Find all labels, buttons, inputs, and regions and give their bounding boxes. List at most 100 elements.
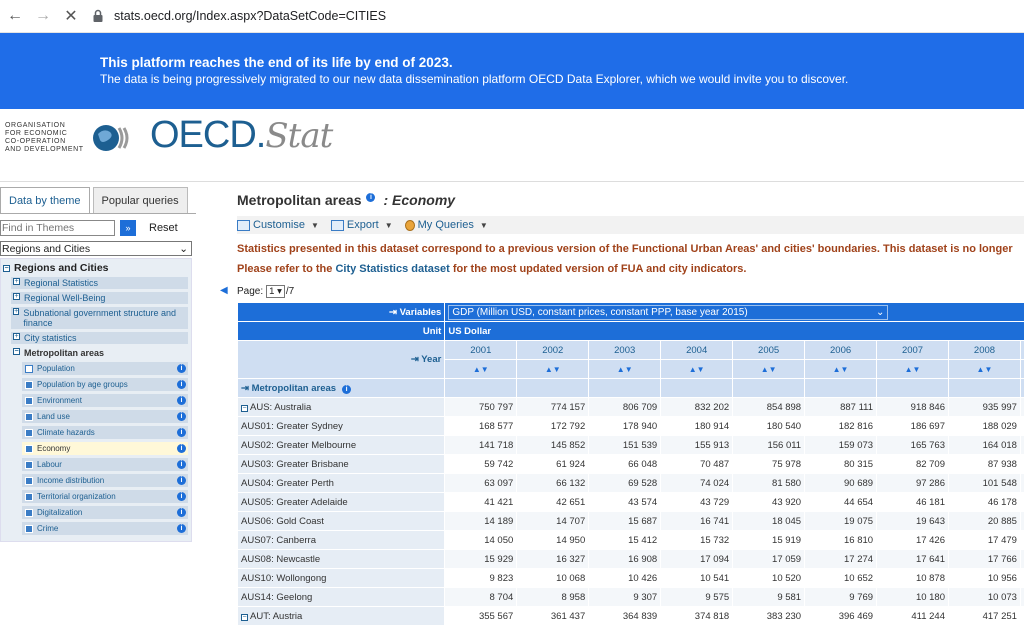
back-icon[interactable]: ← (2, 3, 28, 29)
sort-arrows-icon[interactable]: ▲▼ (876, 359, 949, 379)
info-icon[interactable]: i (177, 476, 186, 485)
tree-root[interactable]: − Regions and Cities (1, 260, 191, 274)
subitem-land-use[interactable]: Land use i (22, 410, 188, 423)
collapse-icon[interactable]: − (241, 404, 248, 412)
info-icon[interactable]: i (177, 380, 186, 389)
tree-node-regional-statistics[interactable]: + Regional Statistics (11, 277, 188, 289)
reset-link[interactable]: Reset (149, 222, 178, 234)
table-cell: 19 075 (804, 511, 878, 531)
info-icon[interactable]: i (342, 384, 352, 394)
export-menu[interactable]: Export ▼ (330, 219, 393, 231)
info-icon[interactable]: i (177, 428, 186, 437)
subitem-climate-hazards[interactable]: Climate hazards i (22, 426, 188, 439)
forward-icon[interactable]: → (30, 3, 56, 29)
year-header[interactable]: 2003 (588, 340, 662, 360)
row-label[interactable]: AUS08: Newcastle (237, 549, 446, 569)
info-icon[interactable]: i (177, 412, 186, 421)
year-label[interactable]: ⇥ Year (237, 340, 446, 379)
row-label[interactable]: − AUS: Australia (237, 397, 446, 417)
customise-menu[interactable]: Customise ▼ (237, 219, 319, 231)
tree-node-metropolitan-areas[interactable]: − Metropolitan areas (11, 347, 188, 359)
year-header[interactable]: 2004 (660, 340, 734, 360)
sort-arrows-icon[interactable]: ▲▼ (660, 359, 734, 379)
info-icon[interactable]: i (177, 396, 186, 405)
sort-arrows-icon[interactable]: ▲▼ (1019, 359, 1024, 379)
dataset-icon (25, 524, 33, 533)
tab-popular-queries[interactable]: Popular queries (92, 187, 188, 213)
find-go-button[interactable]: » (120, 220, 136, 236)
expand-icon[interactable]: + (13, 278, 20, 285)
row-label[interactable]: AUS04: Greater Perth (237, 473, 446, 493)
year-header[interactable]: 2008 (948, 340, 1021, 360)
table-cell: 44 654 (804, 492, 878, 512)
row-label[interactable]: AUS14: Geelong (237, 587, 446, 607)
expand-icon[interactable]: + (13, 308, 20, 315)
table-cell: 20 885 (948, 511, 1021, 531)
sort-arrows-icon[interactable]: ▲▼ (948, 359, 1021, 379)
row-label[interactable]: AUS03: Greater Brisbane (237, 454, 446, 474)
year-header[interactable]: 2005 (732, 340, 806, 360)
row-label[interactable]: AUS07: Canberra (237, 530, 446, 550)
year-header[interactable]: 2001 (444, 340, 518, 360)
subitem-income-distribution[interactable]: Income distribution i (22, 474, 188, 487)
info-icon[interactable]: i (177, 524, 186, 533)
info-icon[interactable]: i (177, 508, 186, 517)
table-row: AUS03: Greater Brisbane 59 742 61 924 66 04… (237, 454, 1024, 474)
variables-label[interactable]: ⇥ Variables (237, 302, 446, 322)
variable-select[interactable]: GDP (Million USD, constant prices, const… (448, 304, 889, 320)
collapse-icon[interactable]: − (13, 348, 20, 355)
sort-arrows-icon[interactable]: ▲▼ (516, 359, 590, 379)
expand-icon[interactable]: + (13, 293, 20, 300)
table-row: − AUS: Australia 750 797 774 157 806 709 832 … (237, 397, 1024, 417)
row-label[interactable]: AUS01: Greater Sydney (237, 416, 446, 436)
tree-node-subnational-government[interactable]: + Subnational government structure and fi… (11, 307, 188, 329)
tab-data-by-theme[interactable]: Data by theme (0, 187, 90, 213)
subitem-digitalization[interactable]: Digitalization i (22, 506, 188, 519)
year-header[interactable]: 2006 (804, 340, 878, 360)
tree-node-city-statistics[interactable]: + City statistics (11, 332, 188, 344)
info-icon[interactable]: i (177, 460, 186, 469)
row-label[interactable]: AUS05: Greater Adelaide (237, 492, 446, 512)
collapse-panel-icon[interactable]: ◀ (220, 285, 228, 296)
oecd-logo-icon[interactable] (92, 122, 134, 154)
row-label[interactable]: AUS02: Greater Melbourne (237, 435, 446, 455)
subitem-territorial-organization[interactable]: Territorial organization i (22, 490, 188, 503)
table-cell: 87 938 (948, 454, 1021, 474)
my-queries-menu[interactable]: My Queries ▼ (404, 219, 488, 231)
sort-arrows-icon[interactable]: ▲▼ (588, 359, 662, 379)
year-header[interactable]: 2009 (1019, 340, 1024, 360)
sort-arrows-icon[interactable]: ▲▼ (804, 359, 878, 379)
year-header[interactable]: 2007 (876, 340, 949, 360)
row-label[interactable]: − AUT: Austria (237, 606, 446, 626)
tree-node-regional-well-being[interactable]: + Regional Well-Being (11, 292, 188, 304)
org-line: CO-OPERATION (5, 138, 66, 145)
brand-logo[interactable]: OECD.Stat (150, 114, 333, 157)
row-label[interactable]: AUS10: Wollongong (237, 568, 446, 588)
subitem-population-age[interactable]: Population by age groups i (22, 378, 188, 391)
theme-select[interactable]: Regions and Cities ⌄ (0, 241, 192, 256)
address-bar[interactable]: stats.oecd.org/Index.aspx?DataSetCode=CI… (92, 9, 386, 23)
table-cell: 66 048 (588, 454, 662, 474)
info-icon[interactable]: i (366, 192, 376, 202)
subitem-crime[interactable]: Crime i (22, 522, 188, 535)
subitem-environment[interactable]: Environment i (22, 394, 188, 407)
info-icon[interactable]: i (177, 492, 186, 501)
row-label[interactable]: AUS06: Gold Coast (237, 511, 446, 531)
sort-arrows-icon[interactable]: ▲▼ (444, 359, 518, 379)
subitem-population[interactable]: Population i (22, 362, 188, 375)
collapse-icon[interactable]: − (241, 613, 248, 621)
table-cell: 854 898 (732, 397, 806, 417)
info-icon[interactable]: i (177, 444, 186, 453)
find-in-themes-input[interactable] (0, 220, 115, 236)
page-select[interactable]: 1 ▾ (266, 285, 285, 298)
year-header[interactable]: 2002 (516, 340, 590, 360)
subitem-labour[interactable]: Labour i (22, 458, 188, 471)
collapse-icon[interactable]: − (3, 264, 10, 272)
expand-icon[interactable]: + (13, 333, 20, 340)
metropolitan-areas-label[interactable]: ⇥ Metropolitan areas i (237, 378, 446, 398)
subitem-economy[interactable]: Economy i (22, 442, 188, 455)
stop-icon[interactable]: ✕ (58, 3, 84, 29)
city-statistics-link[interactable]: City Statistics dataset (335, 263, 449, 275)
info-icon[interactable]: i (177, 364, 186, 373)
sort-arrows-icon[interactable]: ▲▼ (732, 359, 806, 379)
